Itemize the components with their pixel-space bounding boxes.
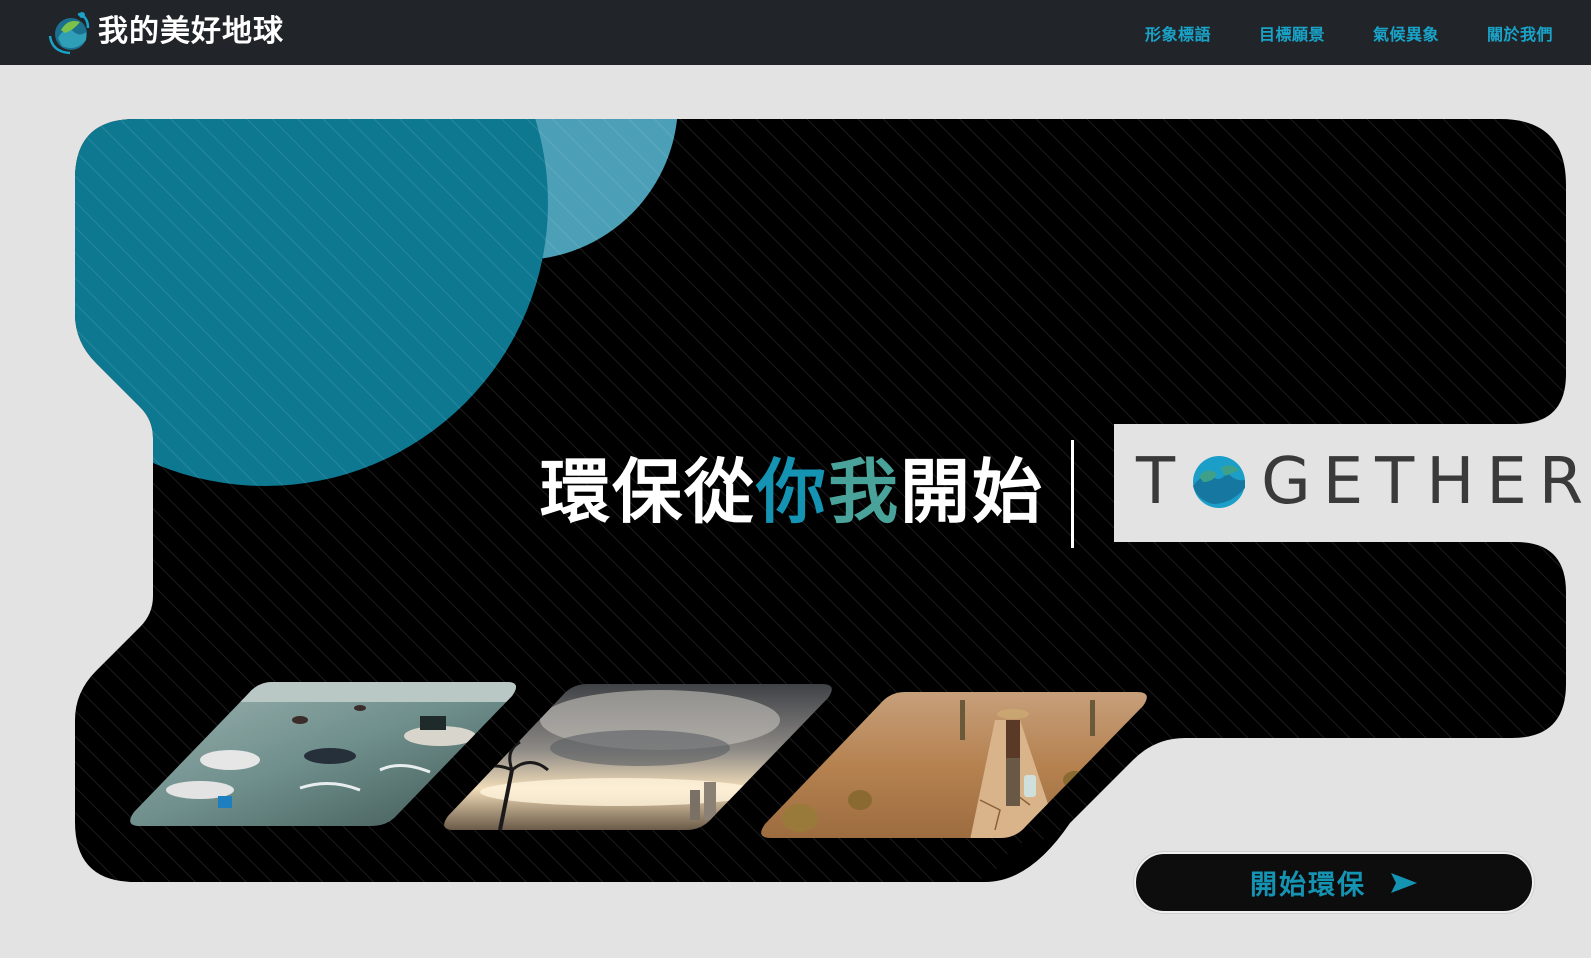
slogan-divider (1071, 440, 1074, 548)
slogan-part-me: 我 (828, 451, 900, 533)
slogan-part-you: 你 (756, 451, 828, 533)
arrow-right-icon (1391, 872, 1417, 893)
start-eco-label: 開始環保 (1250, 870, 1366, 901)
together-letter-t: T (1136, 445, 1188, 519)
together-logo: T GETHER (1136, 445, 1591, 519)
earth-globe-icon (1193, 456, 1246, 508)
slogan-part-4: 開始 (900, 451, 1044, 533)
hero-slogan: 環保從你我開始 (540, 452, 1060, 532)
start-eco-button[interactable]: 開始環保 (1134, 852, 1534, 913)
together-letters-rest: GETHER (1261, 445, 1591, 519)
slogan-part-1: 環保從 (540, 451, 756, 533)
